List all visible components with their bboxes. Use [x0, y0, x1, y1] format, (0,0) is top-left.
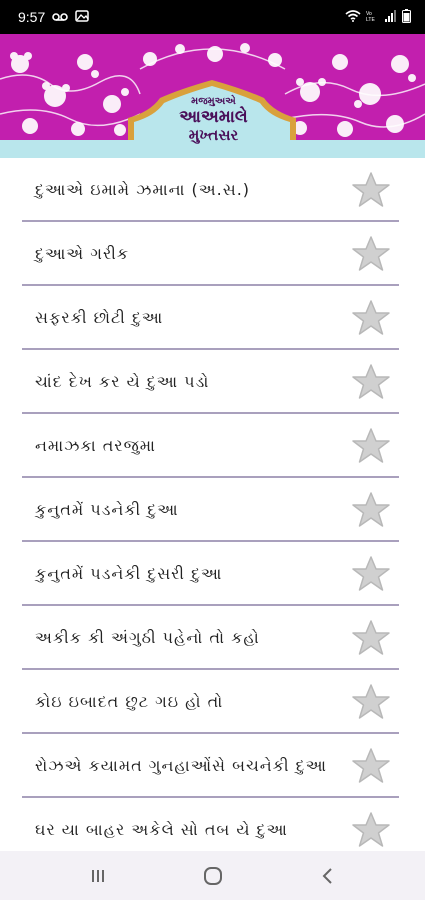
- list-item-label: કુનુતમેં પડનેકી દુઆ: [35, 500, 179, 519]
- list-item[interactable]: અકીક કી અંગુઠી પહેનો તો કહો: [0, 606, 425, 670]
- list-item[interactable]: કુનુતમેં પડનેકી દુઆ: [0, 478, 425, 542]
- status-left: 9:57: [18, 9, 89, 25]
- list-item[interactable]: કોઇ ઇબાદત છુટ ગઇ હો તો: [0, 670, 425, 734]
- list-item[interactable]: ચાંદ દેખ કર યે દુઆ પડો: [0, 350, 425, 414]
- back-icon[interactable]: [308, 856, 348, 896]
- list-item-label: દુઆએ ઇમામે ઝમાના (અ.સ.): [35, 180, 251, 199]
- star-outline-icon[interactable]: [351, 682, 391, 722]
- wifi-icon: [345, 9, 361, 25]
- star-outline-icon[interactable]: [351, 234, 391, 274]
- star-outline-icon[interactable]: [351, 170, 391, 210]
- voicemail-icon: [52, 9, 69, 25]
- list-item-label: કોઇ ઇબાદત છુટ ગઇ હો તો: [35, 692, 224, 711]
- list-item-label: રોઝએ કયામત ગુનહાઓંસે બચનેકી દુઆ: [35, 756, 327, 775]
- list-item[interactable]: કુનુતમેં પડનેકી દુસરી દુઆ: [0, 542, 425, 606]
- list-item-label: અકીક કી અંગુઠી પહેનો તો કહો: [35, 628, 260, 647]
- star-outline-icon[interactable]: [351, 362, 391, 402]
- app-title-line1: મજમુઅએ: [191, 96, 236, 107]
- list-item-label: ચાંદ દેખ કર યે દુઆ પડો: [35, 372, 210, 391]
- list-item-label: સફરકી છોટી દુઆ: [35, 308, 164, 327]
- list-item[interactable]: સફરકી છોટી દુઆ: [0, 286, 425, 350]
- app-title: મજમુઅએ આઅમાલે મુખ્તસર: [137, 94, 290, 158]
- star-outline-icon[interactable]: [351, 426, 391, 466]
- list-item-label: ઘર યા બાહર અકેલે સો તબ યે દુઆ: [35, 820, 288, 839]
- list-item[interactable]: દુઆએ ઇમામે ઝમાના (અ.સ.): [0, 158, 425, 222]
- signal-icon: [385, 9, 397, 25]
- header-banner: મજમુઅએ આઅમાલે મુખ્તસર: [0, 34, 425, 158]
- star-outline-icon[interactable]: [351, 490, 391, 530]
- list-item-label: કુનુતમેં પડનેકી દુસરી દુઆ: [35, 564, 223, 583]
- list-item[interactable]: રોઝએ કયામત ગુનહાઓંસે બચનેકી દુઆ: [0, 734, 425, 798]
- star-outline-icon[interactable]: [351, 746, 391, 786]
- list-item-label: દુઆએ ગરીક: [35, 244, 130, 263]
- home-icon[interactable]: [193, 856, 233, 896]
- dua-list: દુઆએ ઇમામે ઝમાના (અ.સ.) દુઆએ ગરીક સફરકી …: [0, 158, 425, 862]
- star-outline-icon[interactable]: [351, 810, 391, 850]
- volte-icon: Vo LTE: [366, 9, 380, 25]
- list-item[interactable]: દુઆએ ગરીક: [0, 222, 425, 286]
- recent-apps-icon[interactable]: [78, 856, 118, 896]
- star-outline-icon[interactable]: [351, 554, 391, 594]
- svg-text:LTE: LTE: [366, 17, 375, 22]
- battery-icon: [402, 8, 411, 26]
- star-outline-icon[interactable]: [351, 618, 391, 658]
- status-time: 9:57: [18, 9, 46, 25]
- system-nav-bar: [0, 851, 425, 900]
- app-title-line3: મુખ્તસર: [188, 126, 239, 145]
- app-title-line2: આઅમાલે: [179, 106, 248, 127]
- gallery-icon: [75, 9, 89, 25]
- list-item[interactable]: નમાઝકા તરજુમા: [0, 414, 425, 478]
- star-outline-icon[interactable]: [351, 298, 391, 338]
- list-item-label: નમાઝકા તરજુમા: [35, 436, 156, 455]
- status-bar: 9:57 Vo LTE: [0, 0, 425, 34]
- status-right: Vo LTE: [345, 8, 411, 26]
